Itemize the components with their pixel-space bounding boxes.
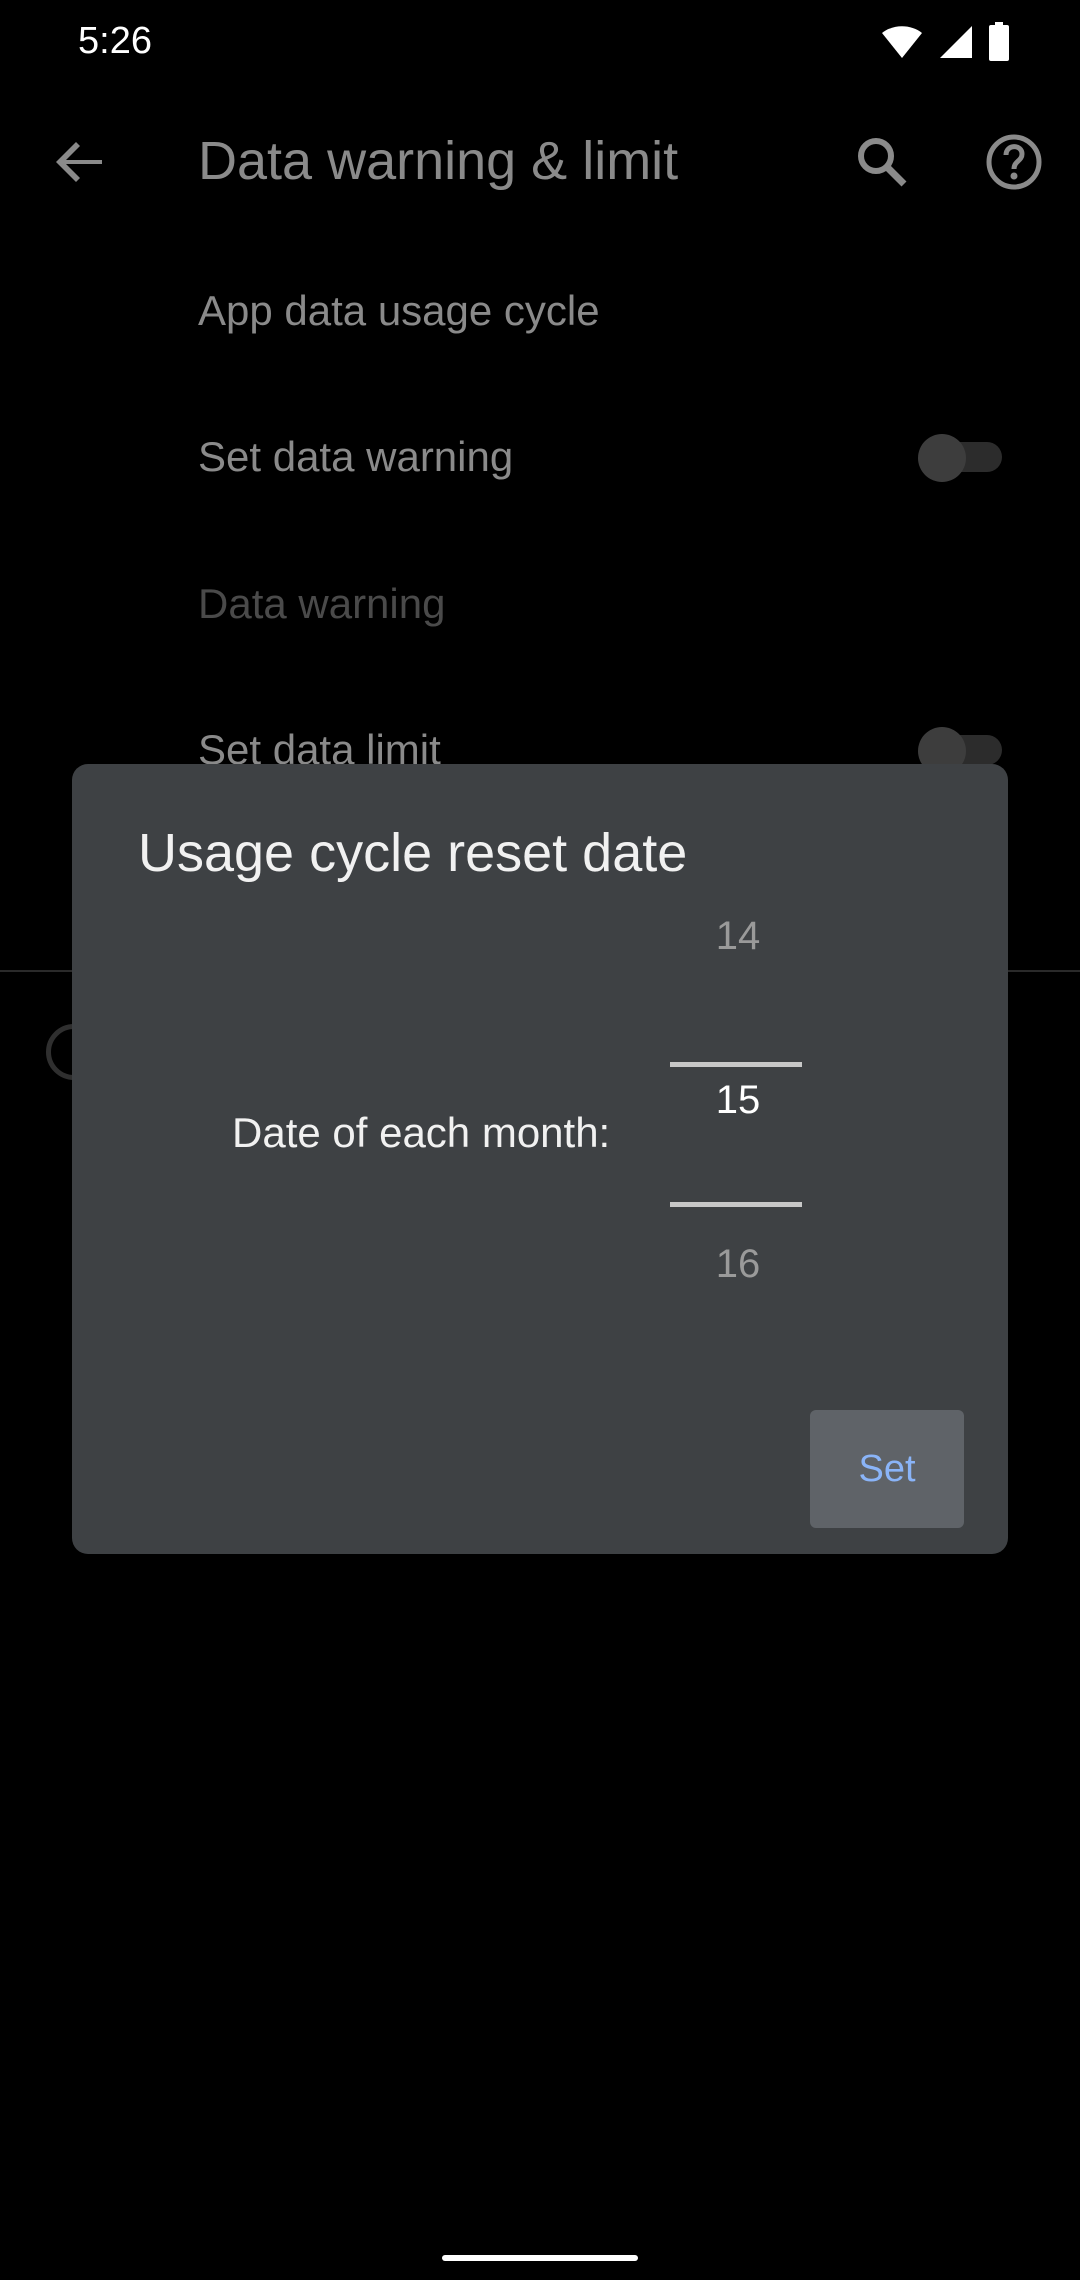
screen: 5:26 Data warning & limit App data usage… xyxy=(0,0,1080,2280)
picker-previous-value[interactable]: 14 xyxy=(670,914,806,959)
picker-next-value[interactable]: 16 xyxy=(670,1242,806,1287)
app-data-usage-cycle-item[interactable]: App data usage cycle xyxy=(198,287,600,335)
status-icons xyxy=(880,22,1010,67)
status-bar: 5:26 xyxy=(0,0,1080,90)
page-title: Data warning & limit xyxy=(198,131,679,191)
help-button[interactable] xyxy=(974,122,1054,202)
status-time: 5:26 xyxy=(78,20,152,62)
app-bar: Data warning & limit xyxy=(0,100,1080,225)
picker-label: Date of each month: xyxy=(232,1109,611,1156)
search-icon xyxy=(858,138,907,187)
search-button[interactable] xyxy=(842,122,922,202)
back-button[interactable] xyxy=(40,122,120,202)
data-warning-toggle[interactable] xyxy=(918,434,1004,482)
home-indicator[interactable] xyxy=(442,2255,638,2261)
date-number-picker[interactable]: 14 15 16 xyxy=(670,914,806,1314)
arrow-back-icon xyxy=(56,142,102,182)
picker-top-divider xyxy=(670,1062,802,1067)
cellular-signal-icon xyxy=(938,24,974,65)
picker-bottom-divider xyxy=(670,1202,802,1207)
wifi-icon xyxy=(880,24,924,65)
picker-selected-value[interactable]: 15 xyxy=(670,1078,806,1123)
dialog-title: Usage cycle reset date xyxy=(138,823,688,883)
toggle-thumb xyxy=(918,434,966,482)
data-warning-item: Data warning xyxy=(198,580,446,627)
set-data-warning-item[interactable]: Set data warning xyxy=(198,433,513,481)
usage-cycle-dialog: Usage cycle reset date Date of each mont… xyxy=(72,764,1008,1554)
set-button[interactable]: Set xyxy=(810,1410,964,1528)
battery-icon xyxy=(988,22,1010,67)
help-icon xyxy=(986,134,1042,190)
